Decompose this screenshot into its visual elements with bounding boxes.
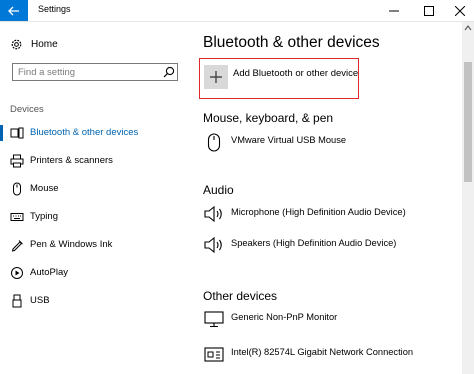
device-item[interactable]: Microphone (High Definition Audio Device… [203,203,453,225]
keyboard-icon [10,213,24,221]
main-content: Bluetooth & other devices Add Bluetooth … [190,22,460,374]
plus-icon [210,71,222,83]
active-indicator [0,125,3,141]
speaker-icon [204,236,222,254]
device-name: Speakers (High Definition Audio Device) [231,238,397,248]
title-bar: Settings [0,0,474,22]
mouse-icon [207,133,221,152]
sidebar-item-pen[interactable]: Pen & Windows Ink [0,235,190,255]
sidebar-item-label: Bluetooth & other devices [30,127,139,138]
scrollbar[interactable] [462,22,474,374]
sidebar-item-label: Pen & Windows Ink [30,239,113,250]
device-item[interactable]: Generic Non-PnP Monitor [203,308,453,330]
sidebar-item-label: AutoPlay [30,267,69,278]
device-name: VMware Virtual USB Mouse [231,135,347,145]
sidebar-item-typing[interactable]: Typing [0,207,190,227]
section-title-audio: Audio [203,183,234,197]
add-device-label[interactable]: Add Bluetooth or other device [233,68,358,79]
sidebar-item-printers[interactable]: Printers & scanners [0,151,190,171]
sidebar-item-usb[interactable]: USB [0,291,190,311]
device-item[interactable]: VMware Virtual USB Mouse [203,131,453,153]
devices-section-label: Devices [10,104,44,115]
sidebar-item-autoplay[interactable]: AutoPlay [0,263,190,283]
window-title: Settings [38,4,71,14]
page-title: Bluetooth & other devices [203,34,380,51]
device-item[interactable]: Intel(R) 82574L Gigabit Network Connecti… [203,343,453,365]
chevron-up-icon[interactable] [462,22,474,34]
maximize-icon [424,5,434,16]
sidebar-item-label: USB [30,295,50,306]
device-name: Generic Non-PnP Monitor [231,312,338,322]
sidebar: Home Devices Bluetooth & other devices P… [0,22,190,374]
search-icon[interactable] [163,66,175,78]
section-title-input-devices: Mouse, keyboard, & pen [203,111,334,125]
sidebar-item-label: Mouse [30,183,59,194]
search-input[interactable] [15,65,158,79]
device-item[interactable]: Speakers (High Definition Audio Device) [203,234,453,256]
home-nav-item[interactable]: Home [10,37,58,51]
section-title-other-devices: Other devices [203,289,278,303]
scrollbar-thumb[interactable] [464,62,472,182]
add-device-button[interactable] [204,65,228,89]
close-icon [455,5,465,16]
network-adapter-icon [204,347,224,362]
minimize-icon [389,10,399,11]
printer-icon [10,154,24,168]
sidebar-item-label: Typing [30,211,58,222]
monitor-icon [204,311,224,328]
close-button[interactable] [444,0,474,21]
gear-icon [11,39,22,49]
device-name: Intel(R) 82574L Gigabit Network Connecti… [231,347,414,357]
bluetooth-devices-icon [10,127,24,139]
speaker-icon [204,205,222,223]
maximize-button[interactable] [413,0,445,21]
sidebar-item-mouse[interactable]: Mouse [0,179,190,199]
device-name: Microphone (High Definition Audio Device… [231,207,406,217]
mouse-icon [13,182,21,196]
search-box[interactable] [12,63,178,81]
back-button[interactable] [0,0,28,21]
usb-icon [12,294,22,308]
minimize-button[interactable] [378,0,410,21]
sidebar-item-bluetooth[interactable]: Bluetooth & other devices [0,123,190,143]
back-arrow-icon [8,6,19,15]
home-label: Home [31,38,58,50]
autoplay-icon [11,267,23,279]
sidebar-item-label: Printers & scanners [30,155,113,166]
pen-icon [11,240,23,252]
